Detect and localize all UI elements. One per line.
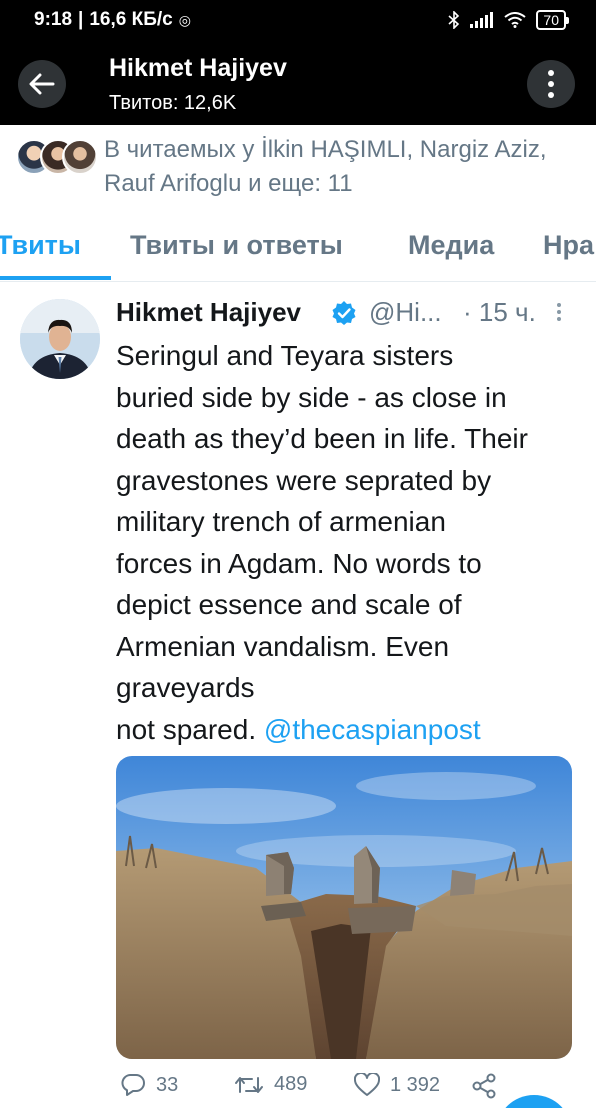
bluetooth-icon (448, 11, 460, 29)
more-vertical-icon (548, 70, 554, 98)
followed-by-row[interactable]: В читаемых у İlkin HAŞIMLI, Nargiz Aziz,… (0, 125, 596, 205)
wifi-icon (504, 12, 527, 28)
status-bar: 9:18 | 16,6 КБ/с ◎ 70 (0, 0, 596, 40)
like-icon (354, 1073, 380, 1096)
tab-tweets-replies[interactable]: Твиты и ответы (130, 230, 343, 261)
tweet-text-line: Seringul and Teyara sisters (116, 340, 454, 371)
retweet-count: 489 (274, 1073, 308, 1095)
avatar[interactable] (20, 299, 100, 379)
trench-gravestones-photo (116, 756, 572, 1059)
tweet-text-line: forces in Agdam. No words to (116, 547, 482, 579)
tweet-text-line: buried side by side - as close in (116, 381, 507, 413)
share-button[interactable] (471, 1073, 497, 1099)
tweet-photo[interactable] (116, 756, 572, 1059)
tweet-text-line: Armenian vandalism. Even (116, 630, 450, 662)
reply-count: 33 (156, 1073, 179, 1096)
like-count: 1 392 (390, 1073, 441, 1096)
author-handle[interactable]: @Hi... (369, 297, 442, 328)
signal-icon (470, 12, 494, 28)
followed-by-text: В читаемых у İlkin HAŞIMLI, Nargiz Aziz,… (104, 136, 547, 197)
caret-down-icon[interactable] (551, 300, 567, 324)
status-circle-icon: ◎ (178, 11, 191, 28)
tweet-text-line-last: not spared. @thecaspianpost (116, 709, 578, 751)
tweet-text-line: graveyards (116, 672, 255, 703)
status-divider: | (78, 9, 84, 30)
tweet-header: Hikmet Hajiyev @Hi... · 15 ч. (116, 297, 586, 331)
active-tab-indicator (0, 276, 111, 280)
tweet-text-line: depict essence and scale of (116, 589, 462, 620)
tweet-body: Seringul and Teyara sisters buried side … (116, 335, 578, 750)
battery-indicator: 70 (536, 10, 569, 30)
retweet-button[interactable]: 489 (234, 1073, 307, 1096)
retweet-icon (235, 1076, 263, 1093)
status-net-speed: 16,6 КБ/с (89, 9, 173, 30)
like-button[interactable]: 1 392 (354, 1073, 440, 1097)
tab-media[interactable]: Медиа (408, 230, 494, 261)
tweet-text-line: military trench of armenian (116, 506, 446, 537)
tweet-text-line: not spared. (116, 713, 257, 745)
tweet[interactable]: Hikmet Hajiyev @Hi... · 15 ч. Seringul a… (0, 283, 596, 1108)
profile-header: Hikmet Hajiyev Твитов: 12,6K (0, 40, 596, 125)
status-left: 9:18 | 16,6 КБ/с ◎ (34, 9, 191, 31)
tweet-count: Твитов: 12,6K (109, 92, 237, 114)
verified-badge-icon (332, 301, 356, 325)
author-photo (20, 299, 100, 379)
tweet-timestamp[interactable]: · 15 ч. (463, 297, 536, 328)
back-button[interactable] (18, 60, 66, 108)
status-right: 70 (448, 10, 569, 30)
header-title: Hikmet Hajiyev (109, 54, 287, 82)
status-time: 9:18 (34, 9, 73, 30)
tab-likes[interactable]: Нра (543, 230, 594, 261)
tab-tweets[interactable]: Твиты (0, 230, 81, 261)
reply-icon (121, 1074, 145, 1096)
profile-tabs: Твиты Твиты и ответы Медиа Нра (0, 210, 596, 282)
more-options-button[interactable] (527, 60, 575, 108)
follower-avatar (62, 139, 98, 175)
share-icon (472, 1073, 496, 1099)
reply-button[interactable]: 33 (120, 1073, 178, 1097)
mention-link[interactable]: @thecaspianpost (264, 714, 481, 745)
tweet-text-line: gravestones were seprated by (116, 464, 492, 496)
tweet-text-line: death as they’d been in life. Their (116, 423, 528, 454)
author-name[interactable]: Hikmet Hajiyev (116, 297, 301, 328)
back-arrow-icon (29, 73, 55, 95)
